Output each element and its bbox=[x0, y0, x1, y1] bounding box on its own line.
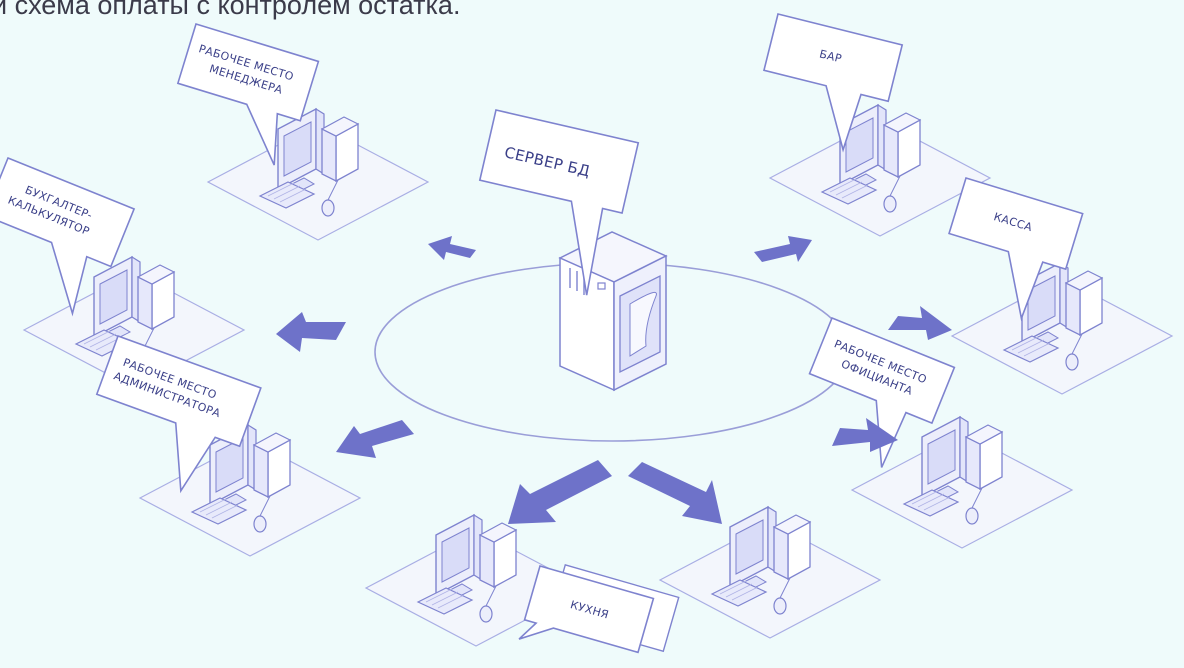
speech-bubble-kitchen: КУХНЯ bbox=[518, 564, 680, 654]
workstation-bar: БАР bbox=[762, 13, 991, 237]
network-diagram: и схема оплаты с контролем остатка. РАБО… bbox=[0, 0, 1173, 654]
workstation-kitchen: КУХНЯ bbox=[365, 506, 881, 654]
arrow-to-kitchen-right bbox=[628, 462, 722, 524]
workstation-cashier: КАССА bbox=[948, 177, 1173, 395]
workstation-administrator: РАБОЧЕЕ МЕСТО АДМИНИСТРАТОРА bbox=[95, 334, 361, 557]
arrow-to-manager bbox=[428, 236, 476, 260]
arrow-to-administrator bbox=[336, 420, 414, 458]
page-title: и схема оплаты с контролем остатка. bbox=[0, 0, 460, 20]
workstation-manager: РАБОЧЕЕ МЕСТО МЕНЕДЖЕРА bbox=[176, 23, 429, 241]
arrow-to-cashier bbox=[888, 306, 952, 340]
arrow-to-kitchen-left bbox=[508, 460, 612, 524]
arrow-to-accountant bbox=[276, 312, 346, 352]
database-server bbox=[558, 231, 668, 392]
arrow-to-bar bbox=[754, 236, 812, 262]
